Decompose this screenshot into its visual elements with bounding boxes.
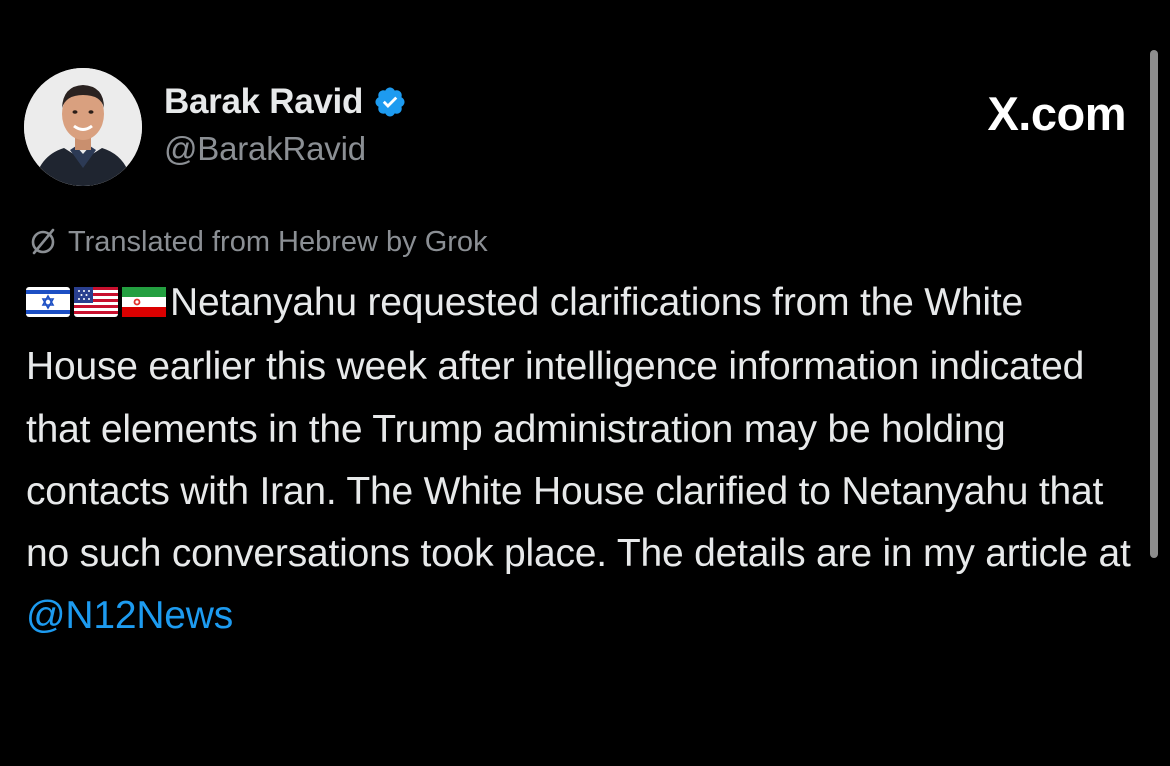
tweet-text: Netanyahu requested clarifications from … — [26, 272, 1136, 648]
verified-badge-icon — [373, 85, 407, 119]
translate-icon — [26, 225, 60, 259]
tweet-body-text: Netanyahu requested clarifications from … — [26, 281, 1131, 576]
usa-flag-icon — [74, 274, 118, 336]
scrollbar[interactable] — [1150, 50, 1158, 558]
translation-label: Translated from Hebrew by Grok — [68, 225, 488, 258]
author-handle[interactable]: @BarakRavid — [164, 130, 366, 168]
mention-link[interactable]: @N12News — [26, 594, 233, 637]
author-name-row[interactable]: Barak Ravid — [164, 80, 407, 124]
author-display-name[interactable]: Barak Ravid — [164, 82, 363, 122]
iran-flag-icon — [122, 274, 166, 336]
avatar[interactable] — [24, 68, 142, 186]
avatar-image — [24, 68, 142, 186]
israel-flag-icon — [26, 274, 70, 336]
translation-notice[interactable]: Translated from Hebrew by Grok — [26, 222, 488, 262]
x-com-brand: X.com — [987, 87, 1126, 140]
